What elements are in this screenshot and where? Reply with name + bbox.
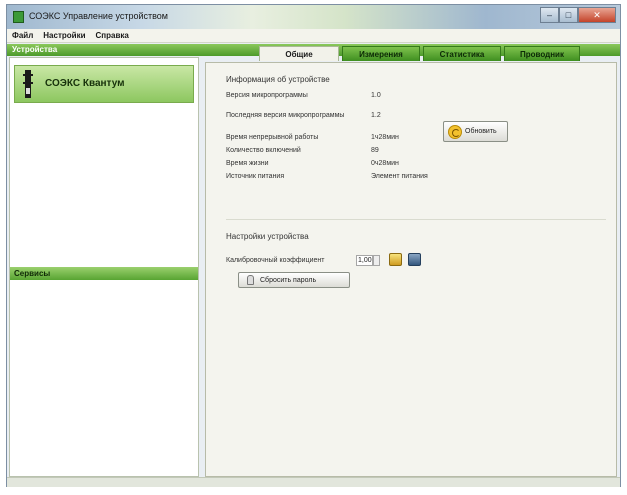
latest-firmware-label: Последняя версия микропрограммы [226, 112, 345, 119]
close-button[interactable]: ✕ [578, 7, 616, 23]
tab-measurements[interactable]: Измерения [342, 46, 420, 61]
device-item-kvantum[interactable]: СОЭКС Квантум [14, 65, 194, 103]
calibration-coef-spinner[interactable] [373, 255, 380, 266]
sidebar: СОЭКС Квантум Сервисы [9, 57, 199, 477]
device-settings-title: Настройки устройства [226, 232, 309, 241]
menu-file[interactable]: Файл [12, 31, 33, 40]
dosimeter-icon [23, 70, 33, 98]
minimize-button[interactable]: – [540, 7, 559, 23]
tab-general[interactable]: Общие [259, 46, 339, 61]
status-bar [7, 477, 620, 487]
tab-statistics[interactable]: Статистика [423, 46, 501, 61]
lock-icon [247, 275, 254, 285]
reset-password-button[interactable]: Сбросить пароль [238, 272, 350, 288]
refresh-icon [448, 124, 462, 139]
calibration-coef-label: Калибровочный коэффициент [226, 257, 325, 264]
uptime-value: 1ч28мин [371, 134, 399, 141]
devices-header: Устройства [12, 45, 58, 54]
window-controls: – □ ✕ [540, 7, 616, 23]
tab-bar: Общие Измерения Статистика Проводник [259, 46, 580, 61]
save-icon[interactable] [408, 253, 421, 266]
calibration-coef-input[interactable]: 1,00 [356, 255, 373, 266]
menu-settings[interactable]: Настройки [43, 31, 85, 40]
menu-bar: Файл Настройки Справка [7, 29, 620, 43]
services-label: Сервисы [14, 269, 51, 278]
firmware-version-value: 1.0 [371, 92, 381, 99]
maximize-button[interactable]: □ [559, 7, 578, 23]
update-button[interactable]: Обновить [443, 121, 508, 142]
device-info-title: Информация об устройстве [226, 75, 330, 84]
lifetime-label: Время жизни [226, 160, 269, 167]
uptime-label: Время непрерывной работы [226, 134, 319, 141]
firmware-version-label: Версия микропрограммы [226, 92, 308, 99]
open-folder-icon[interactable] [389, 253, 402, 266]
section-divider [226, 219, 606, 220]
reset-password-label: Сбросить пароль [260, 276, 317, 284]
update-button-label: Обновить [465, 128, 497, 135]
app-icon [13, 11, 24, 23]
lifetime-value: 0ч28мин [371, 160, 399, 167]
power-on-count-label: Количество включений [226, 147, 301, 154]
latest-firmware-value: 1.2 [371, 112, 381, 119]
menu-help[interactable]: Справка [96, 31, 129, 40]
tab-explorer[interactable]: Проводник [504, 46, 580, 61]
title-bar[interactable]: СОЭКС Управление устройством – □ ✕ [7, 5, 620, 29]
power-source-value: Элемент питания [371, 173, 428, 180]
device-name: СОЭКС Квантум [45, 78, 125, 89]
power-source-label: Источник питания [226, 173, 285, 180]
services-header[interactable]: Сервисы [10, 267, 198, 280]
app-window: СОЭКС Управление устройством – □ ✕ Файл … [6, 4, 621, 487]
general-panel: Информация об устройстве Версия микропро… [205, 62, 617, 477]
window-title: СОЭКС Управление устройством [29, 11, 168, 21]
power-on-count-value: 89 [371, 147, 379, 154]
